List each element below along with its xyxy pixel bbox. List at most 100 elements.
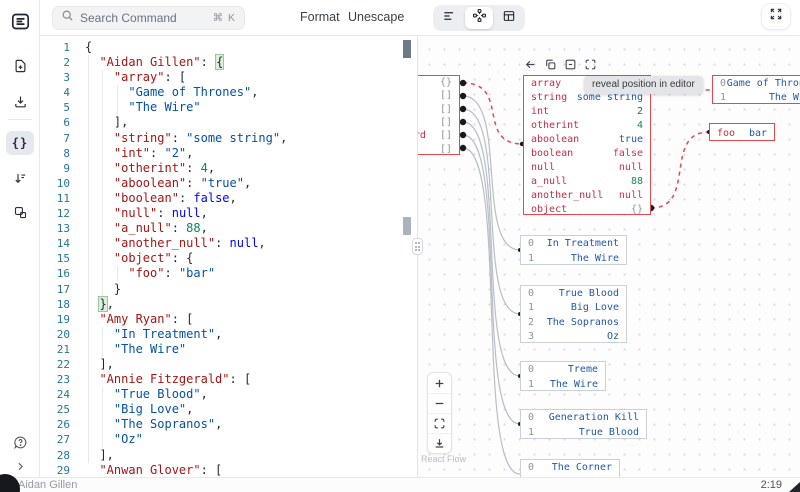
line-number: 23 (56, 373, 70, 387)
editor-line: 22 ], (40, 357, 417, 372)
graph-node-amy-ryan-array[interactable]: 0 In Treatment 1 The Wire (520, 235, 627, 265)
editor-line: 17 } (40, 282, 417, 297)
sidebar-item-new-file[interactable] (6, 54, 34, 78)
graph-node-annie-fitzgerald-array[interactable]: 0 True Blood 1 Big Love 2 The Sopranos 3 Oz (520, 285, 627, 343)
sidebar-item-sort[interactable] (6, 166, 34, 190)
node-row: aboolean true (531, 133, 643, 145)
format-button[interactable]: Format (300, 0, 340, 35)
graph-node-aidan-object-foo[interactable]: foo bar (709, 123, 775, 141)
editor-line: 3 "array": [ (40, 70, 417, 85)
graph-node-treme-array[interactable]: 0 Treme 1 The Wire (520, 361, 606, 391)
editor-line: 29 "Anwan Glover": [ (40, 463, 417, 477)
topbar: Search Command ⌘ K Format Unescape (40, 0, 800, 36)
help-bubble-icon (13, 435, 28, 450)
node-row: object{} (531, 203, 643, 215)
node-row: int 2 (531, 105, 643, 117)
focus-node-icon[interactable] (583, 57, 598, 72)
line-number: 1 (63, 41, 70, 54)
editor-line: 21 "The Wire" (40, 342, 417, 357)
editor-line: 27 "Oz" (40, 432, 417, 447)
node-row: 0 Treme (528, 364, 598, 375)
editor-line: 5 "The Wire" (40, 100, 417, 115)
graph-view-button[interactable] (465, 7, 493, 29)
node-row: 0 True Blood (528, 287, 619, 299)
editor-line: 18 }, (40, 295, 417, 312)
editor-line: 10 "aboolean": "true", (40, 176, 417, 191)
view-mode-group (433, 5, 525, 31)
search-placeholder: Search Command (80, 11, 177, 25)
braces-icon: {} (11, 136, 29, 150)
search-icon (61, 9, 74, 27)
graph-node-aidan-gillen-object[interactable]: array[]stringsome stringint2otherint4abo… (523, 75, 651, 215)
statusbar: Aidan Gillen 2:19 (0, 477, 800, 492)
line-number: 22 (56, 357, 70, 371)
node-row: 1The Wire (720, 92, 800, 104)
sidebar-item-download[interactable] (6, 89, 34, 113)
panel-divider (417, 36, 418, 477)
sidebar: {} (0, 0, 40, 477)
line-number: 16 (56, 267, 70, 281)
fullscreen-button[interactable] (762, 4, 790, 29)
line-number: 4 (63, 86, 70, 100)
editor-line: 12 "null": null, (40, 206, 417, 221)
node-row: 1 Big Love (528, 302, 619, 314)
graph-node-the-corner-array[interactable]: 0 The Corner (520, 459, 620, 477)
graph-node-root[interactable]: {}[][][]rd[][] (418, 75, 460, 155)
editor-line: 9 "otherint": 4, (40, 161, 417, 176)
node-row: 0Game of Thrones (720, 77, 800, 89)
editor-line: 14 "another_null": null, (40, 236, 417, 251)
node-row: null null (531, 161, 643, 173)
line-number: 19 (56, 312, 70, 326)
editor-line: 25 "Big Love", (40, 402, 417, 417)
panel-resize-handle[interactable] (412, 238, 423, 255)
node-row: 1The Wire (528, 379, 598, 390)
line-number: 6 (63, 116, 70, 130)
sidebar-item-transform[interactable] (6, 200, 34, 224)
line-number: 29 (56, 463, 70, 477)
search-input[interactable]: Search Command ⌘ K (52, 6, 245, 30)
status-cursor-position: 2:19 (760, 479, 782, 491)
line-number: 5 (63, 101, 70, 115)
graph-canvas[interactable]: {}[][][]rd[][]array[]stringsome stringin… (418, 36, 800, 477)
line-number: 12 (56, 207, 70, 221)
node-row: 0 Generation Kill (528, 412, 639, 423)
unescape-button[interactable]: Unescape (348, 0, 404, 35)
graph-node-generation-kill-array[interactable]: 0 Generation Kill 1 True Blood (520, 409, 647, 439)
editor-line: 8 "int": "2", (40, 146, 417, 161)
node-row: otherint 4 (531, 119, 643, 131)
copy-icon[interactable] (543, 57, 558, 72)
list-icon (442, 9, 456, 28)
react-flow-attribution: React Flow (421, 454, 467, 464)
drag-dots-icon (414, 242, 421, 251)
editor-scrollbar-thumb[interactable] (403, 40, 411, 58)
line-number: 26 (56, 418, 70, 432)
line-number: 15 (56, 252, 70, 266)
line-number: 8 (63, 146, 70, 160)
sidebar-item-help[interactable] (6, 430, 34, 454)
download-image-button[interactable] (428, 433, 451, 453)
expand-icon (769, 7, 783, 26)
table-icon (502, 9, 516, 28)
list-view-button[interactable] (435, 7, 463, 29)
sidebar-item-json-editor[interactable]: {} (6, 131, 34, 155)
zoom-out-button[interactable] (428, 393, 451, 413)
line-number: 11 (56, 191, 70, 205)
collapse-node-icon[interactable] (563, 57, 578, 72)
line-number: 27 (56, 433, 70, 447)
zoom-in-button[interactable] (428, 373, 451, 393)
editor-line: 19 "Amy Ryan": [ (40, 312, 417, 327)
node-row: 3 Oz (528, 331, 619, 343)
node-row: 1The Wire (528, 253, 619, 264)
node-row: [] (439, 90, 452, 102)
flow-icon (472, 8, 487, 28)
app-window: {} Search Command ⌘ K Format Unescape 1 … (0, 0, 800, 492)
download-icon (13, 94, 28, 109)
editor-line: 6 ], (40, 115, 417, 130)
table-view-button[interactable] (495, 7, 523, 29)
fit-view-button[interactable] (428, 413, 451, 433)
sidebar-item-logo[interactable] (6, 9, 34, 33)
node-row: [] (439, 103, 452, 115)
graph-node-aidan-array[interactable]: 0Game of Thrones 1The Wire (712, 75, 800, 104)
back-arrow-icon[interactable] (523, 57, 538, 72)
json-editor[interactable]: 1{2 "Aidan Gillen": {3 "array": [4 "Game… (40, 36, 417, 477)
